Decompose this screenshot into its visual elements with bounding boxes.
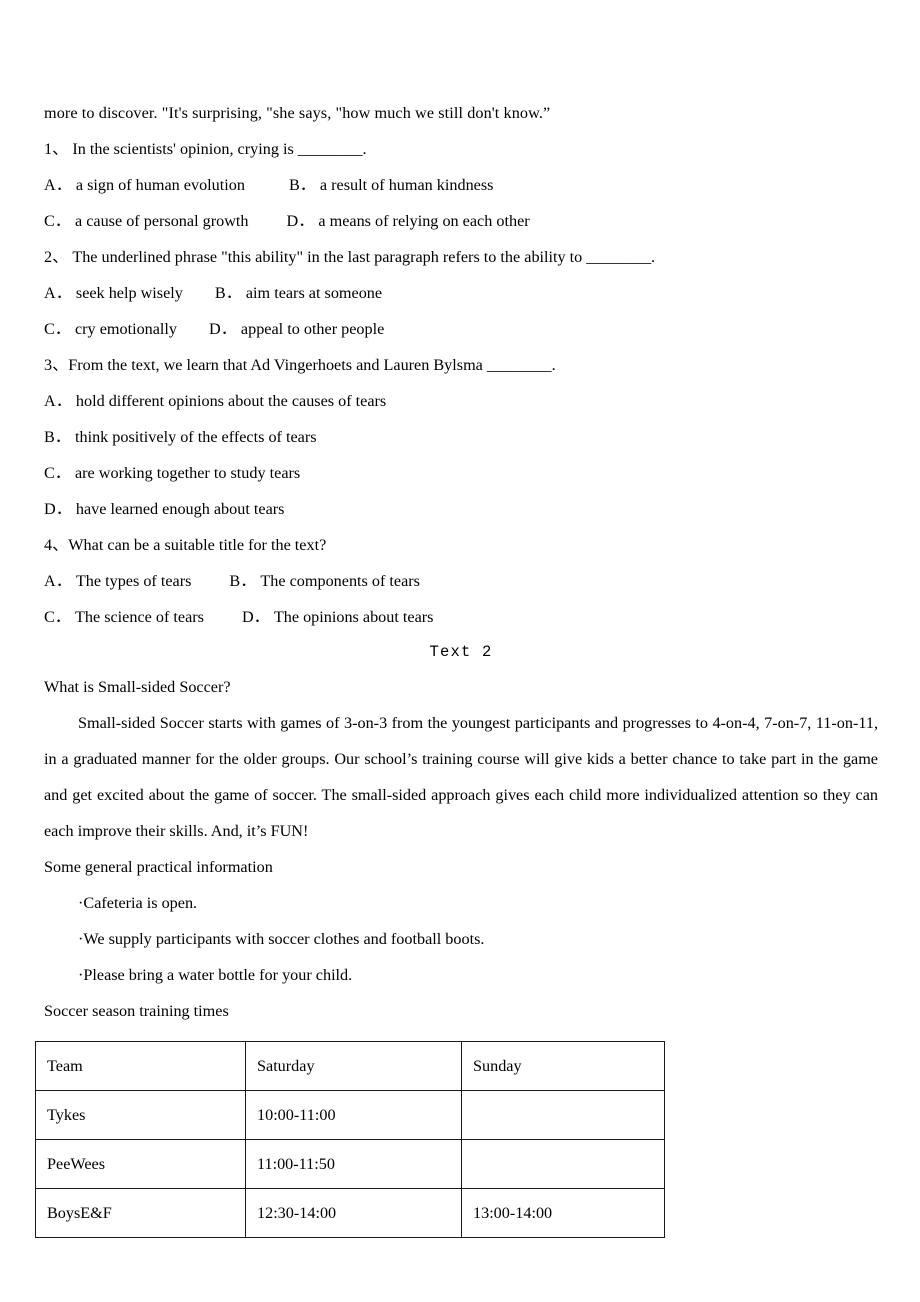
question-4-number: 4、 (44, 536, 69, 554)
section-title-text-2: Text 2 (429, 643, 493, 661)
option-label-d: D． (209, 320, 237, 338)
option-text-d: have learned enough about tears (75, 500, 285, 518)
bullet-item: ·Please bring a water bottle for your ch… (78, 966, 353, 984)
question-4-options-row-2: C． The science of tears D． The opinions abo… (44, 599, 878, 635)
option-text-a: hold different opinions about the causes… (75, 392, 387, 410)
document-page: more to discover. "It's surprising, "she… (0, 0, 920, 1302)
question-2-stem: 2、 The underlined phrase "this ability" … (44, 239, 878, 275)
option-label-d: D． (286, 212, 315, 230)
option-label-b: B． (288, 176, 316, 194)
question-2-options-row-1: A． seek help wisely B． aim tears at someone (44, 275, 878, 311)
question-2-number: 2、 (44, 248, 69, 266)
option-label-c: C． (44, 320, 71, 338)
table-caption: Soccer season training times (44, 1002, 229, 1020)
table-header-cell-saturday: Saturday (245, 1041, 462, 1091)
question-4-options-row-1: A． The types of tears B． The components of … (44, 563, 878, 599)
text2-paragraph: Small-sided Soccer starts with games of … (44, 714, 878, 840)
table-header-row: Team Saturday Sunday (35, 1041, 665, 1091)
table-row: Tykes 10:00-11:00 (35, 1090, 665, 1140)
question-3-option-b: B． think positively of the effects of tea… (44, 419, 878, 455)
option-text-b: a result of human kindness (319, 176, 494, 194)
option-label-a: A． (44, 572, 72, 590)
table-cell-team: Tykes (35, 1090, 246, 1140)
option-label-a: A． (44, 284, 72, 302)
table-cell-sunday (461, 1090, 665, 1140)
question-3-stem: 3、From the text, we learn that Ad Vinger… (44, 347, 878, 383)
option-text-d: appeal to other people (240, 320, 385, 338)
question-3-text: From the text, we learn that Ad Vingerho… (68, 356, 556, 374)
table-row: PeeWees 11:00-11:50 (35, 1139, 665, 1189)
option-text-b: The components of tears (260, 572, 420, 590)
question-3-option-a: A． hold different opinions about the caus… (44, 383, 878, 419)
table-row: BoysE&F 12:30-14:00 13:00-14:00 (35, 1188, 665, 1238)
question-2-options-row-2: C． cry emotionally D． appeal to other peopl… (44, 311, 878, 347)
continued-paragraph: more to discover. "It's surprising, "she… (44, 104, 551, 122)
table-cell-saturday: 10:00-11:00 (245, 1090, 462, 1140)
table-cell-team: BoysE&F (35, 1188, 246, 1238)
question-4-stem: 4、What can be a suitable title for the t… (44, 527, 878, 563)
option-label-d: D． (241, 608, 270, 626)
option-text-a: seek help wisely (75, 284, 183, 302)
option-text-d: a means of relying on each other (318, 212, 530, 230)
question-1-options-row-2: C． a cause of personal growth D． a means of… (44, 203, 878, 239)
text2-info-heading: Some general practical information (44, 858, 273, 876)
option-text-b: think positively of the effects of tears (74, 428, 317, 446)
text2-heading: What is Small-sided Soccer? (44, 678, 231, 696)
table-cell-saturday: 11:00-11:50 (245, 1139, 462, 1189)
question-1-stem: 1、 In the scientists' opinion, crying is… (44, 131, 878, 167)
option-text-d: The opinions about tears (273, 608, 434, 626)
option-text-a: a sign of human evolution (75, 176, 245, 194)
table-cell-team: PeeWees (35, 1139, 246, 1189)
option-text-b: aim tears at someone (245, 284, 383, 302)
option-label-d: D． (44, 500, 72, 518)
table-header-cell-team: Team (35, 1041, 246, 1091)
question-4-text: What can be a suitable title for the tex… (68, 536, 327, 554)
option-text-c: a cause of personal growth (74, 212, 249, 230)
table-cell-sunday (461, 1139, 665, 1189)
question-3-option-c: C． are working together to study tears (44, 455, 878, 491)
option-label-b: B． (214, 284, 242, 302)
table-cell-sunday: 13:00-14:00 (461, 1188, 665, 1238)
option-text-c: cry emotionally (74, 320, 178, 338)
table-cell-saturday: 12:30-14:00 (245, 1188, 462, 1238)
question-1-text: In the scientists' opinion, crying is __… (72, 140, 367, 158)
question-3-number: 3、 (44, 356, 69, 374)
question-3-option-d: D． have learned enough about tears (44, 491, 878, 527)
option-label-b: B． (44, 428, 71, 446)
bullet-item: ·Cafeteria is open. (78, 894, 198, 912)
option-label-b: B． (229, 572, 257, 590)
table-header-cell-sunday: Sunday (461, 1041, 665, 1091)
question-2-text: The underlined phrase "this ability" in … (72, 248, 656, 266)
option-label-a: A． (44, 392, 72, 410)
option-text-c: The science of tears (74, 608, 204, 626)
question-1-number: 1、 (44, 140, 69, 158)
bullet-item: ·We supply participants with soccer clot… (78, 930, 485, 948)
option-label-c: C． (44, 464, 71, 482)
option-text-c: are working together to study tears (74, 464, 301, 482)
question-1-options-row-1: A． a sign of human evolution B． a result of… (44, 167, 878, 203)
training-times-table: Team Saturday Sunday Tykes 10:00-11:00 P… (35, 1041, 665, 1238)
option-text-a: The types of tears (75, 572, 192, 590)
option-label-c: C． (44, 608, 71, 626)
option-label-a: A． (44, 176, 72, 194)
option-label-c: C． (44, 212, 71, 230)
